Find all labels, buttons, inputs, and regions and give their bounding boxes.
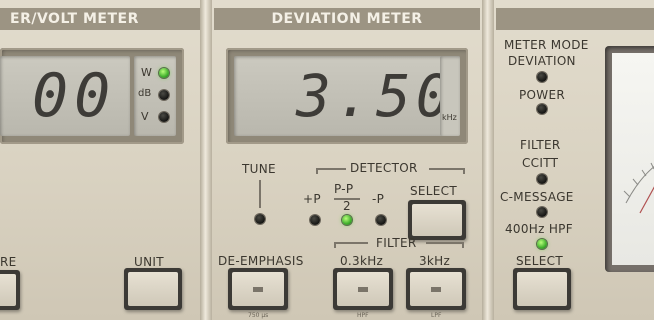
filter-400hz-hpf-led bbox=[537, 239, 547, 249]
detector-bracket-left bbox=[316, 168, 346, 174]
lpf-sublabel: LPF bbox=[431, 312, 442, 319]
tune-led bbox=[255, 214, 265, 224]
panel-divider-2 bbox=[482, 0, 494, 320]
filter-label: FILTER bbox=[376, 236, 417, 250]
power-volt-meter-title: ER/VOLT METER bbox=[0, 8, 200, 30]
hpf-sublabel: HPF bbox=[357, 312, 369, 319]
deviation-unit-window bbox=[440, 56, 460, 136]
unit-label-v: V bbox=[141, 110, 149, 123]
detector-plus-p-label: +P bbox=[303, 192, 321, 206]
tune-label: TUNE bbox=[242, 162, 276, 176]
de-emphasis-label: DE-EMPHASIS bbox=[218, 254, 304, 268]
unit-label-db: dB bbox=[138, 88, 152, 99]
unit-led-db bbox=[159, 90, 169, 100]
analog-meter-face bbox=[612, 53, 654, 265]
mode-select-button-face bbox=[517, 272, 567, 306]
hpf-03khz-indicator bbox=[358, 287, 368, 292]
partial-button-label: RE bbox=[0, 255, 17, 269]
meter-mode-title-bar bbox=[496, 8, 654, 30]
lpf-3khz-indicator bbox=[431, 287, 441, 292]
lpf-3khz-label: 3kHz bbox=[419, 254, 451, 268]
filter-bracket-right bbox=[426, 242, 464, 248]
deviation-lcd-unit: kHz bbox=[442, 113, 457, 122]
detector-pp-divisor: 2 bbox=[343, 199, 351, 213]
deviation-lcd-value: 3.50 bbox=[296, 62, 456, 130]
filter-cmessage-led bbox=[537, 207, 547, 217]
detector-label: DETECTOR bbox=[350, 161, 418, 175]
mode-select-label: SELECT bbox=[516, 254, 563, 268]
panel-divider bbox=[200, 0, 212, 320]
de-emphasis-button[interactable] bbox=[228, 268, 288, 310]
lpf-3khz-button[interactable] bbox=[406, 268, 466, 310]
detector-pp-label: P-P bbox=[334, 182, 354, 196]
unit-label-w: W bbox=[141, 66, 152, 79]
detector-minus-p-label: -P bbox=[372, 192, 385, 206]
detector-bracket-right bbox=[429, 168, 465, 174]
deviation-meter-title: DEVIATION METER bbox=[214, 8, 480, 30]
detector-select-button-face bbox=[412, 204, 462, 236]
analog-meter-scale-icon bbox=[623, 162, 654, 214]
filter-cmessage-label: C-MESSAGE bbox=[500, 190, 574, 204]
unit-button[interactable] bbox=[124, 268, 182, 310]
mode-select-button[interactable] bbox=[513, 268, 571, 310]
partial-left-button[interactable] bbox=[0, 270, 20, 310]
mode-deviation-led bbox=[537, 72, 547, 82]
deviation-lcd: 3.50 bbox=[234, 56, 460, 136]
power-volt-lcd-value: 00 bbox=[32, 61, 117, 131]
detector-minus-p-led bbox=[376, 215, 386, 225]
de-emphasis-sublabel: 750 μs bbox=[248, 312, 269, 319]
meter-mode-label: METER MODE bbox=[504, 38, 589, 52]
detector-plus-p-led bbox=[310, 215, 320, 225]
detector-select-label: SELECT bbox=[410, 184, 457, 198]
mode-power-led bbox=[537, 104, 547, 114]
detector-pp-led bbox=[342, 215, 352, 225]
unit-button-face bbox=[128, 272, 178, 306]
hpf-03khz-label: 0.3kHz bbox=[340, 254, 384, 268]
de-emphasis-indicator bbox=[253, 287, 263, 292]
unit-led-w bbox=[159, 68, 169, 78]
filter-bracket-left bbox=[334, 242, 368, 248]
unit-button-label: UNIT bbox=[134, 255, 164, 269]
filter-ccitt-label: CCITT bbox=[522, 156, 559, 170]
mode-power-label: POWER bbox=[519, 88, 565, 102]
filter-ccitt-led bbox=[537, 174, 547, 184]
tune-leader-line bbox=[259, 180, 261, 208]
detector-select-button[interactable] bbox=[408, 200, 466, 240]
hpf-03khz-button[interactable] bbox=[333, 268, 393, 310]
power-volt-lcd: 00 bbox=[0, 56, 130, 136]
filter-400hz-hpf-label: 400Hz HPF bbox=[505, 222, 573, 236]
mode-deviation-label: DEVIATION bbox=[508, 54, 576, 68]
right-filter-label: FILTER bbox=[520, 138, 561, 152]
unit-led-v bbox=[159, 112, 169, 122]
